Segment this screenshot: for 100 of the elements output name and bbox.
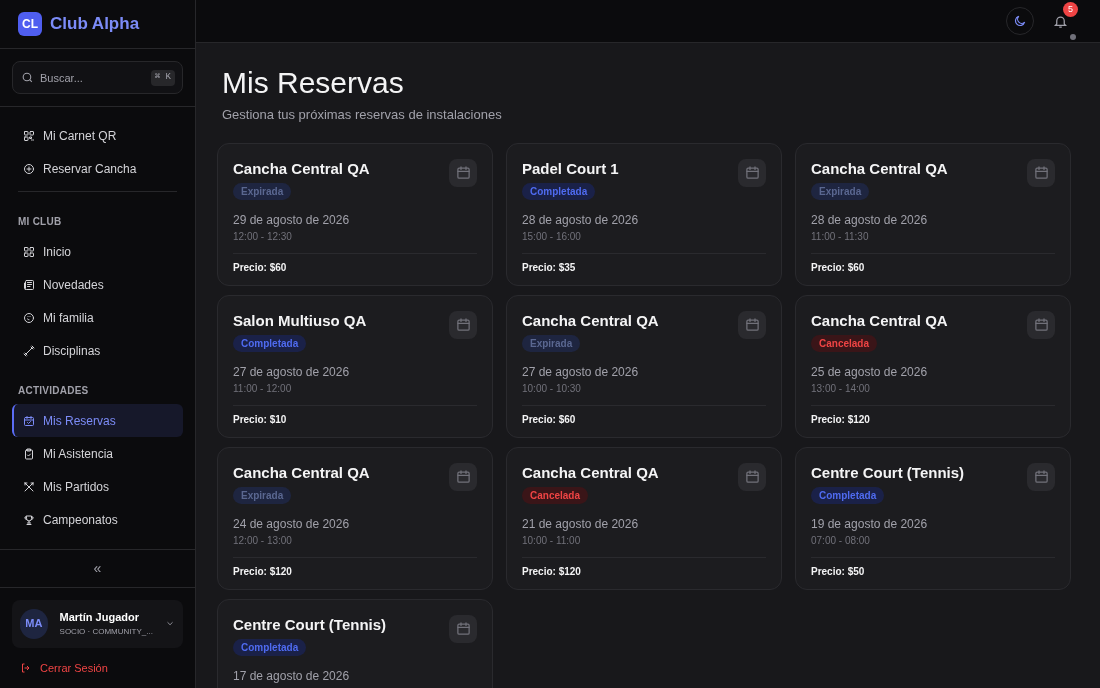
plus-circle-icon [23,162,35,175]
calendar-icon [449,310,477,339]
nav-item[interactable]: Reservar Cancha [12,152,183,185]
reservation-card[interactable]: Cancha Central QA Expirada 27 de agosto de 2026 10:00 - 10:30 Precio: $60 [506,294,782,438]
section-heading: MI CLUB [17,215,63,229]
trophy-icon [23,513,35,526]
reservation-card[interactable]: Cancha Central QA Cancelada 25 de agosto de 2026 13:00 - 14:00 Precio: $120 [795,294,1071,438]
nav-item[interactable]: Mi Carnet QR [12,119,183,152]
bell-icon [1052,13,1068,29]
facility-name: Cancha Central QA [522,310,659,331]
grid-icon [23,245,35,258]
reservation-date: 27 de agosto de 2026 [522,363,640,381]
reservation-time: 07:00 - 08:00 [811,533,871,548]
avatar: MA [20,608,48,639]
reservation-time: 10:00 - 10:30 [522,381,582,396]
dumbbell-icon [23,344,35,357]
status-tag: Completada [522,182,596,200]
facility-name: Cancha Central QA [522,462,659,483]
reservation-date: 28 de agosto de 2026 [811,211,929,229]
price-text: Precio: $120 [811,412,871,427]
facility-name: Cancha Central QA [811,310,948,331]
reservation-date: 27 de agosto de 2026 [233,363,351,381]
club-name: Club Alpha [50,13,140,36]
calendar-icon [738,462,766,491]
facility-name: Salon Multiuso QA [233,310,367,331]
user-card[interactable]: MA Martín Jugador SOCIO · COMMUNITY_... [12,599,183,648]
smile-icon [23,311,35,324]
reservation-time: 11:00 - 11:30 [811,229,870,244]
nav-item[interactable]: Mis Partidos [12,470,183,503]
reservation-date: 25 de agosto de 2026 [811,363,929,381]
reservation-card[interactable]: Centre Court (Tennis) Completada 17 de agosto de 2026 [217,598,493,688]
reservation-date: 24 de agosto de 2026 [233,515,351,533]
page-subtitle: Gestiona tus próximas reservas de instalaciones [222,106,503,124]
clipboard-check-icon [23,447,35,460]
reservation-card[interactable]: Cancha Central QA Expirada 29 de agosto de 2026 12:00 - 12:30 Precio: $60 [217,142,493,286]
facility-name: Cancha Central QA [233,462,370,483]
reservation-card[interactable]: Cancha Central QA Expirada 28 de agosto de 2026 11:00 - 11:30 Precio: $60 [795,142,1071,286]
status-tag: Completada [233,638,307,656]
status-tag: Completada [811,486,885,504]
nav-item[interactable]: Mi Asistencia [12,437,183,470]
user-role: SOCIO · COMMUNITY_... [59,625,153,638]
status-tag: Cancelada [522,486,589,504]
calendar-icon [738,310,766,339]
reservation-date: 21 de agosto de 2026 [522,515,640,533]
reservation-card[interactable]: Cancha Central QA Cancelada 21 de agosto de 2026 10:00 - 11:00 Precio: $120 [506,446,782,590]
facility-name: Cancha Central QA [811,158,948,179]
reservation-date: 29 de agosto de 2026 [233,211,351,229]
nav-item[interactable]: Mi familia [12,301,183,334]
calendar-icon [449,462,477,491]
calendar-icon [1027,310,1055,339]
reservation-time: 12:00 - 12:30 [233,229,293,244]
price-text: Precio: $120 [522,564,582,579]
status-tag: Completada [233,334,307,352]
reservation-time: 11:00 - 12:00 [233,381,293,396]
reservation-time: 15:00 - 16:00 [522,229,582,244]
status-tag: Expirada [811,182,870,200]
calendar-icon [449,614,477,643]
page-title: Mis Reservas [222,67,405,99]
moon-icon [1013,14,1027,28]
calendar-icon [1027,158,1055,187]
section-heading: ACTIVIDADES [17,384,90,398]
price-text: Precio: $10 [233,412,288,427]
reservation-date: 28 de agosto de 2026 [522,211,640,229]
price-text: Precio: $50 [811,564,866,579]
price-text: Precio: $60 [522,412,577,427]
qr-code-icon [23,129,35,142]
reservation-card[interactable]: Centre Court (Tennis) Completada 19 de agosto de 2026 07:00 - 08:00 Precio: $50 [795,446,1071,590]
price-text: Precio: $60 [233,260,288,275]
nav-item[interactable]: Disciplinas [12,334,183,367]
reservation-date: 19 de agosto de 2026 [811,515,929,533]
logout-button[interactable]: Cerrar Sesión [12,659,116,676]
user-name: Martín Jugador [59,610,140,626]
nav-item[interactable]: Mis Reservas [12,404,183,437]
reservation-card[interactable]: Cancha Central QA Expirada 24 de agosto de 2026 12:00 - 13:00 Precio: $120 [217,446,493,590]
shortcut-hint: ⌘ K [150,70,175,86]
nav-item[interactable]: Inicio [12,235,183,268]
nav-item[interactable]: Campeonatos [12,503,183,536]
price-text: Precio: $120 [233,564,293,579]
reservation-date: 17 de agosto de 2026 [233,667,351,685]
reservation-card[interactable]: Salon Multiuso QA Completada 27 de agosto de 2026 11:00 - 12:00 Precio: $10 [217,294,493,438]
calendar-check-icon [23,414,35,427]
reservation-card[interactable]: Padel Court 1 Completada 28 de agosto de 2026 15:00 - 16:00 Precio: $35 [506,142,782,286]
search-icon [21,71,34,84]
logout-icon [20,661,32,674]
calendar-icon [1027,462,1055,491]
collapse-button[interactable]: « [93,557,102,579]
status-tag: Expirada [233,486,292,504]
logo-badge: CL [18,12,42,36]
facility-name: Cancha Central QA [233,158,370,179]
notification-count: 5 [1063,2,1078,17]
reservation-time: 12:00 - 13:00 [233,533,293,548]
status-tag: Expirada [233,182,292,200]
swords-icon [23,480,35,493]
reservation-time: 10:00 - 11:00 [522,533,582,548]
nav-item[interactable]: Novedades [12,268,183,301]
status-tag: Cancelada [811,334,878,352]
price-text: Precio: $60 [811,260,866,275]
reservation-time: 13:00 - 14:00 [811,381,871,396]
facility-name: Centre Court (Tennis) [811,462,965,483]
status-tag: Expirada [522,334,581,352]
